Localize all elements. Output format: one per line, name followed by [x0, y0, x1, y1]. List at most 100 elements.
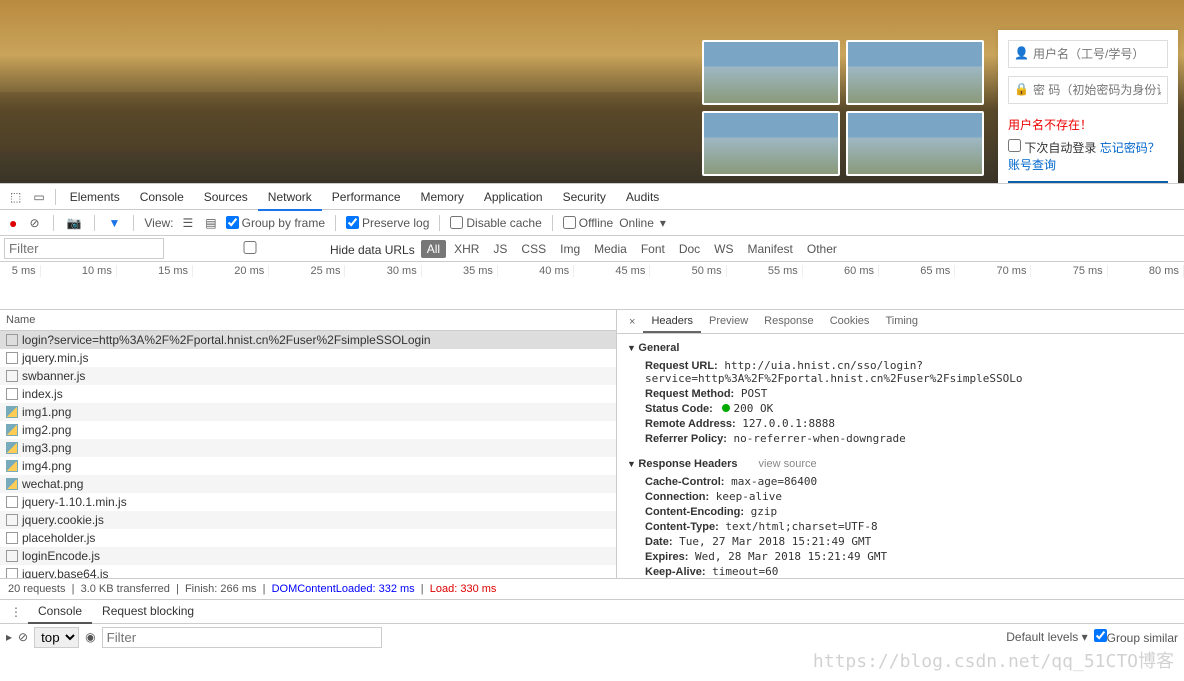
devtools-main-tabs: ⬚ ▭ ElementsConsoleSourcesNetworkPerform…: [0, 184, 1184, 210]
inspect-icon[interactable]: ⬚: [4, 190, 27, 204]
request-row[interactable]: placeholder.js: [0, 529, 616, 547]
network-timeline[interactable]: 5 ms10 ms15 ms20 ms25 ms30 ms35 ms40 ms4…: [0, 262, 1184, 310]
tab-console[interactable]: Console: [130, 185, 194, 209]
preserve-log-checkbox[interactable]: Preserve log: [346, 216, 429, 230]
thumb-1[interactable]: [702, 40, 840, 105]
request-name: img2.png: [22, 423, 71, 437]
request-row[interactable]: jquery.min.js: [0, 349, 616, 367]
tab-security[interactable]: Security: [553, 185, 616, 209]
detail-tabs: × HeadersPreviewResponseCookiesTiming: [617, 310, 1184, 334]
file-icon: [6, 442, 18, 454]
drawer-tab-request-blocking[interactable]: Request blocking: [92, 600, 204, 624]
group-by-frame-checkbox[interactable]: Group by frame: [226, 216, 325, 230]
tab-sources[interactable]: Sources: [194, 185, 258, 209]
account-query-link[interactable]: 账号查询: [1008, 158, 1056, 172]
response-headers-toggle[interactable]: Response Headers view source: [627, 454, 1174, 474]
large-rows-icon[interactable]: ☰: [180, 216, 197, 230]
filter-type-font[interactable]: Font: [635, 240, 671, 258]
thumb-3[interactable]: [702, 111, 840, 176]
hide-data-urls-checkbox[interactable]: Hide data URLs: [170, 241, 415, 257]
request-row[interactable]: loginEncode.js: [0, 547, 616, 565]
detail-tab-response[interactable]: Response: [756, 311, 822, 333]
live-expression-icon[interactable]: ◉: [85, 630, 95, 644]
device-icon[interactable]: ▭: [27, 190, 50, 204]
tab-audits[interactable]: Audits: [616, 185, 669, 209]
auto-login-checkbox[interactable]: [1008, 139, 1021, 152]
close-detail-icon[interactable]: ×: [621, 316, 643, 328]
request-row[interactable]: jquery-1.10.1.min.js: [0, 493, 616, 511]
view-source-link[interactable]: view source: [759, 458, 817, 470]
login-button[interactable]: 登 录: [1008, 181, 1168, 183]
overview-icon[interactable]: ▤: [202, 216, 219, 230]
timeline-tick: 15 ms: [117, 265, 193, 277]
file-icon: [6, 568, 18, 578]
request-row[interactable]: wechat.png: [0, 475, 616, 493]
detail-tab-preview[interactable]: Preview: [701, 311, 756, 333]
tab-elements[interactable]: Elements: [60, 185, 130, 209]
drawer-tab-console[interactable]: Console: [28, 600, 92, 624]
thumb-4[interactable]: [846, 111, 984, 176]
file-icon: [6, 334, 18, 346]
forgot-password-link[interactable]: 忘记密码？: [1100, 141, 1160, 155]
request-name: jquery-1.10.1.min.js: [22, 495, 127, 509]
filter-type-manifest[interactable]: Manifest: [742, 240, 799, 258]
offline-checkbox[interactable]: Offline: [563, 216, 613, 230]
finish-time: Finish: 266 ms: [185, 583, 257, 595]
tab-memory[interactable]: Memory: [411, 185, 474, 209]
request-row[interactable]: jquery.cookie.js: [0, 511, 616, 529]
file-icon: [6, 532, 18, 544]
name-column-header[interactable]: Name: [0, 310, 616, 331]
online-select[interactable]: Online: [619, 216, 654, 230]
timeline-tick: 25 ms: [269, 265, 345, 277]
request-row[interactable]: login?service=http%3A%2F%2Fportal.hnist.…: [0, 331, 616, 349]
timeline-tick: 80 ms: [1108, 265, 1184, 277]
request-row[interactable]: index.js: [0, 385, 616, 403]
detail-tab-cookies[interactable]: Cookies: [822, 311, 878, 333]
filter-type-css[interactable]: CSS: [515, 240, 552, 258]
detail-tab-headers[interactable]: Headers: [643, 311, 701, 333]
filter-icon[interactable]: ▼: [105, 216, 123, 230]
request-row[interactable]: img1.png: [0, 403, 616, 421]
console-filter-input[interactable]: [102, 627, 382, 648]
password-input[interactable]: [1008, 76, 1168, 104]
general-section-toggle[interactable]: General: [627, 338, 1174, 358]
disable-cache-checkbox[interactable]: Disable cache: [450, 216, 541, 230]
group-similar-checkbox[interactable]: Group similar: [1094, 629, 1178, 645]
request-name: index.js: [22, 387, 63, 401]
drawer-menu-icon[interactable]: ⋮: [4, 605, 28, 619]
request-row[interactable]: img2.png: [0, 421, 616, 439]
request-row[interactable]: img4.png: [0, 457, 616, 475]
network-filter-bar: Hide data URLs AllXHRJSCSSImgMediaFontDo…: [0, 236, 1184, 262]
log-levels-dropdown[interactable]: Default levels ▾: [1006, 630, 1087, 644]
detail-tab-timing[interactable]: Timing: [877, 311, 926, 333]
request-row[interactable]: jquery.base64.js: [0, 565, 616, 578]
username-input[interactable]: [1008, 40, 1168, 68]
request-row[interactable]: swbanner.js: [0, 367, 616, 385]
filter-type-doc[interactable]: Doc: [673, 240, 706, 258]
filter-input[interactable]: [4, 238, 164, 259]
filter-type-xhr[interactable]: XHR: [448, 240, 485, 258]
timeline-tick: 20 ms: [193, 265, 269, 277]
tab-performance[interactable]: Performance: [322, 185, 411, 209]
capture-screenshot-icon[interactable]: 📷: [64, 216, 85, 230]
file-icon: [6, 478, 18, 490]
filter-type-js[interactable]: JS: [487, 240, 513, 258]
header-row: Expires: Wed, 28 Mar 2018 15:21:49 GMT: [627, 549, 1174, 564]
filter-type-other[interactable]: Other: [801, 240, 843, 258]
watermark: https://blog.csdn.net/qq_51CTO博客: [813, 647, 1174, 673]
console-sidebar-icon[interactable]: ▸: [6, 630, 12, 644]
record-icon[interactable]: ●: [6, 215, 20, 231]
console-clear-icon[interactable]: ⊘: [18, 630, 28, 644]
filter-type-media[interactable]: Media: [588, 240, 633, 258]
tab-application[interactable]: Application: [474, 185, 553, 209]
filter-type-all[interactable]: All: [421, 240, 446, 258]
thumb-2[interactable]: [846, 40, 984, 105]
request-row[interactable]: img3.png: [0, 439, 616, 457]
tab-network[interactable]: Network: [258, 185, 322, 211]
throttling-dropdown-icon[interactable]: ▾: [660, 216, 666, 230]
clear-icon[interactable]: ⊘: [26, 216, 42, 230]
file-icon: [6, 370, 18, 382]
context-select[interactable]: top: [34, 627, 79, 648]
filter-type-img[interactable]: Img: [554, 240, 586, 258]
filter-type-ws[interactable]: WS: [708, 240, 739, 258]
